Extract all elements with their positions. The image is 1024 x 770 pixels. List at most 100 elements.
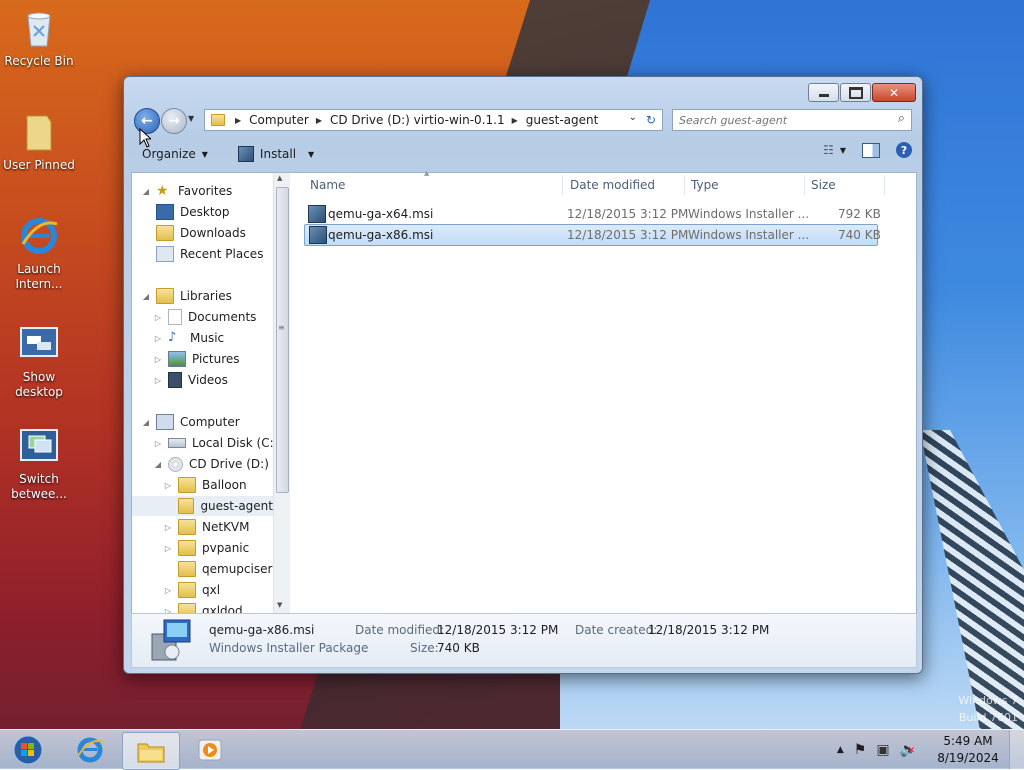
star-icon: ★: [156, 183, 169, 199]
expand-icon[interactable]: ▷: [162, 481, 174, 490]
expand-icon[interactable]: ▷: [162, 586, 174, 595]
column-divider[interactable]: [884, 175, 885, 195]
tree-libraries[interactable]: ◢ Libraries: [140, 286, 232, 306]
taskbar-internet-explorer[interactable]: [62, 732, 118, 768]
recent-pages-dropdown[interactable]: ▼: [188, 114, 194, 123]
view-list-icon: ☷: [823, 143, 834, 157]
search-input[interactable]: [673, 112, 891, 128]
breadcrumb-separator[interactable]: ▶: [512, 116, 518, 125]
tree-guest-agent[interactable]: guest-agent: [132, 496, 273, 516]
tree-label: Computer: [180, 415, 240, 429]
show-hidden-icons-button[interactable]: ▲: [837, 745, 844, 755]
desktop-icon-switch-windows[interactable]: Switch betwee...: [1, 424, 77, 502]
column-divider[interactable]: [684, 175, 685, 195]
expand-icon[interactable]: ▷: [162, 523, 174, 532]
breadcrumb-separator[interactable]: ▶: [316, 116, 322, 125]
navigation-scrollbar[interactable]: ▲ ≡ ▼: [273, 173, 290, 613]
volume-muted-icon[interactable]: 🔈 ✕: [900, 742, 917, 758]
tray-icons: ▲ ⚑ ▣ 🔈 ✕: [837, 742, 917, 758]
tree-downloads[interactable]: Downloads: [152, 223, 246, 243]
expand-icon[interactable]: ▷: [152, 355, 164, 364]
tree-documents[interactable]: ▷ Documents: [152, 307, 256, 327]
column-header-date[interactable]: Date modified: [570, 173, 680, 197]
breadcrumb-computer[interactable]: Computer: [249, 113, 309, 127]
column-divider[interactable]: [804, 175, 805, 195]
tree-videos[interactable]: ▷ Videos: [152, 370, 228, 390]
column-divider[interactable]: [562, 175, 563, 195]
details-date-created: 12/18/2015 3:12 PM: [648, 623, 770, 637]
tree-label: guest-agent: [200, 499, 273, 513]
column-label: Size: [811, 178, 836, 192]
tree-pvpanic[interactable]: ▷ pvpanic: [162, 538, 249, 558]
refresh-button[interactable]: ↻: [640, 109, 663, 131]
desktop-icon-user-pinned[interactable]: User Pinned: [1, 110, 77, 173]
taskbar-windows-explorer[interactable]: [122, 732, 180, 770]
expand-icon[interactable]: ▷: [152, 313, 164, 322]
desktop-icon-label: Switch betwee...: [11, 472, 67, 501]
column-header-type[interactable]: Type: [691, 173, 801, 197]
scrollbar-thumb[interactable]: [276, 187, 289, 493]
preview-pane-button[interactable]: [862, 142, 880, 158]
tree-label: qxl: [202, 583, 221, 597]
tree-qxl[interactable]: ▷ qxl: [162, 580, 220, 600]
chevron-down-icon[interactable]: ⌄: [629, 112, 637, 123]
close-button[interactable]: ✕: [872, 83, 916, 102]
desktop-icon-show-desktop[interactable]: Show desktop: [1, 322, 77, 400]
tree-recent-places[interactable]: Recent Places: [152, 244, 263, 264]
tree-pictures[interactable]: ▷ Pictures: [152, 349, 240, 369]
help-button[interactable]: ?: [896, 142, 912, 158]
collapse-icon[interactable]: ◢: [140, 418, 152, 427]
collapse-icon[interactable]: ◢: [140, 187, 152, 196]
tree-computer[interactable]: ◢ Computer: [140, 412, 240, 432]
desktop-icon-internet-explorer[interactable]: Launch Intern...: [1, 214, 77, 292]
action-center-flag-icon[interactable]: ⚑: [854, 742, 867, 758]
install-button[interactable]: Install ▼: [226, 142, 326, 166]
tree-label: Favorites: [178, 184, 233, 198]
tree-qemupciserial[interactable]: qemupciserial: [174, 559, 273, 579]
file-row-selected[interactable]: qemu-ga-x86.msi 12/18/2015 3:12 PM Windo…: [304, 224, 881, 246]
search-icon[interactable]: ⌕: [898, 111, 905, 126]
expand-icon[interactable]: ▷: [152, 376, 164, 385]
scroll-down-icon[interactable]: ▼: [277, 601, 282, 609]
desktop-icon-label: Recycle Bin: [4, 54, 74, 68]
tree-favorites[interactable]: ◢ ★ Favorites: [140, 181, 232, 201]
search-box[interactable]: ⌕: [672, 109, 912, 131]
tree-desktop[interactable]: Desktop: [152, 202, 230, 222]
column-label: Name: [310, 178, 346, 192]
file-type: Windows Installer ...: [688, 228, 810, 242]
column-header-name[interactable]: Name: [310, 173, 560, 197]
refresh-icon: ↻: [645, 113, 657, 127]
change-view-button[interactable]: ☷ ▼: [823, 143, 846, 157]
taskbar-media-player[interactable]: [182, 732, 238, 768]
internet-explorer-icon: [17, 214, 61, 258]
tree-local-disk[interactable]: ▷ Local Disk (C:): [152, 433, 273, 453]
maximize-button[interactable]: [840, 83, 871, 102]
scroll-up-icon[interactable]: ▲: [277, 174, 282, 182]
tree-cd-drive[interactable]: ◢ CD Drive (D:) virt: [152, 454, 273, 474]
expand-icon[interactable]: ▷: [152, 439, 164, 448]
network-icon[interactable]: ▣: [876, 742, 889, 758]
expand-icon[interactable]: ▷: [162, 544, 174, 553]
minimize-button[interactable]: [808, 83, 839, 102]
tree-qxldod[interactable]: ▷ qxldod: [162, 601, 243, 613]
chevron-down-icon[interactable]: ▼: [308, 150, 314, 159]
breadcrumb-separator[interactable]: ▶: [235, 116, 241, 125]
install-label: Install: [259, 147, 297, 161]
show-desktop-button[interactable]: [1009, 730, 1024, 769]
desktop-icon-recycle-bin[interactable]: Recycle Bin: [1, 6, 77, 69]
forward-button[interactable]: →: [161, 108, 187, 134]
address-bar[interactable]: ▶ Computer ▶ CD Drive (D:) virtio-win-0.…: [204, 109, 642, 131]
column-header-size[interactable]: Size: [811, 173, 871, 197]
collapse-icon[interactable]: ◢: [140, 292, 152, 301]
tree-balloon[interactable]: ▷ Balloon: [162, 475, 247, 495]
breadcrumb-guest-agent[interactable]: guest-agent: [526, 113, 599, 127]
start-button[interactable]: [6, 732, 50, 768]
file-row[interactable]: qemu-ga-x64.msi 12/18/2015 3:12 PM Windo…: [304, 204, 881, 224]
expand-icon[interactable]: ▷: [152, 334, 164, 343]
tree-music[interactable]: ▷ ♪ Music: [152, 328, 224, 348]
breadcrumb-cd-drive[interactable]: CD Drive (D:) virtio-win-0.1.1: [330, 113, 505, 127]
tree-netkvm[interactable]: ▷ NetKVM: [162, 517, 250, 537]
music-icon: ♪: [168, 330, 177, 345]
collapse-icon[interactable]: ◢: [152, 460, 164, 469]
clock[interactable]: 5:49 AM 8/19/2024: [927, 733, 1009, 767]
